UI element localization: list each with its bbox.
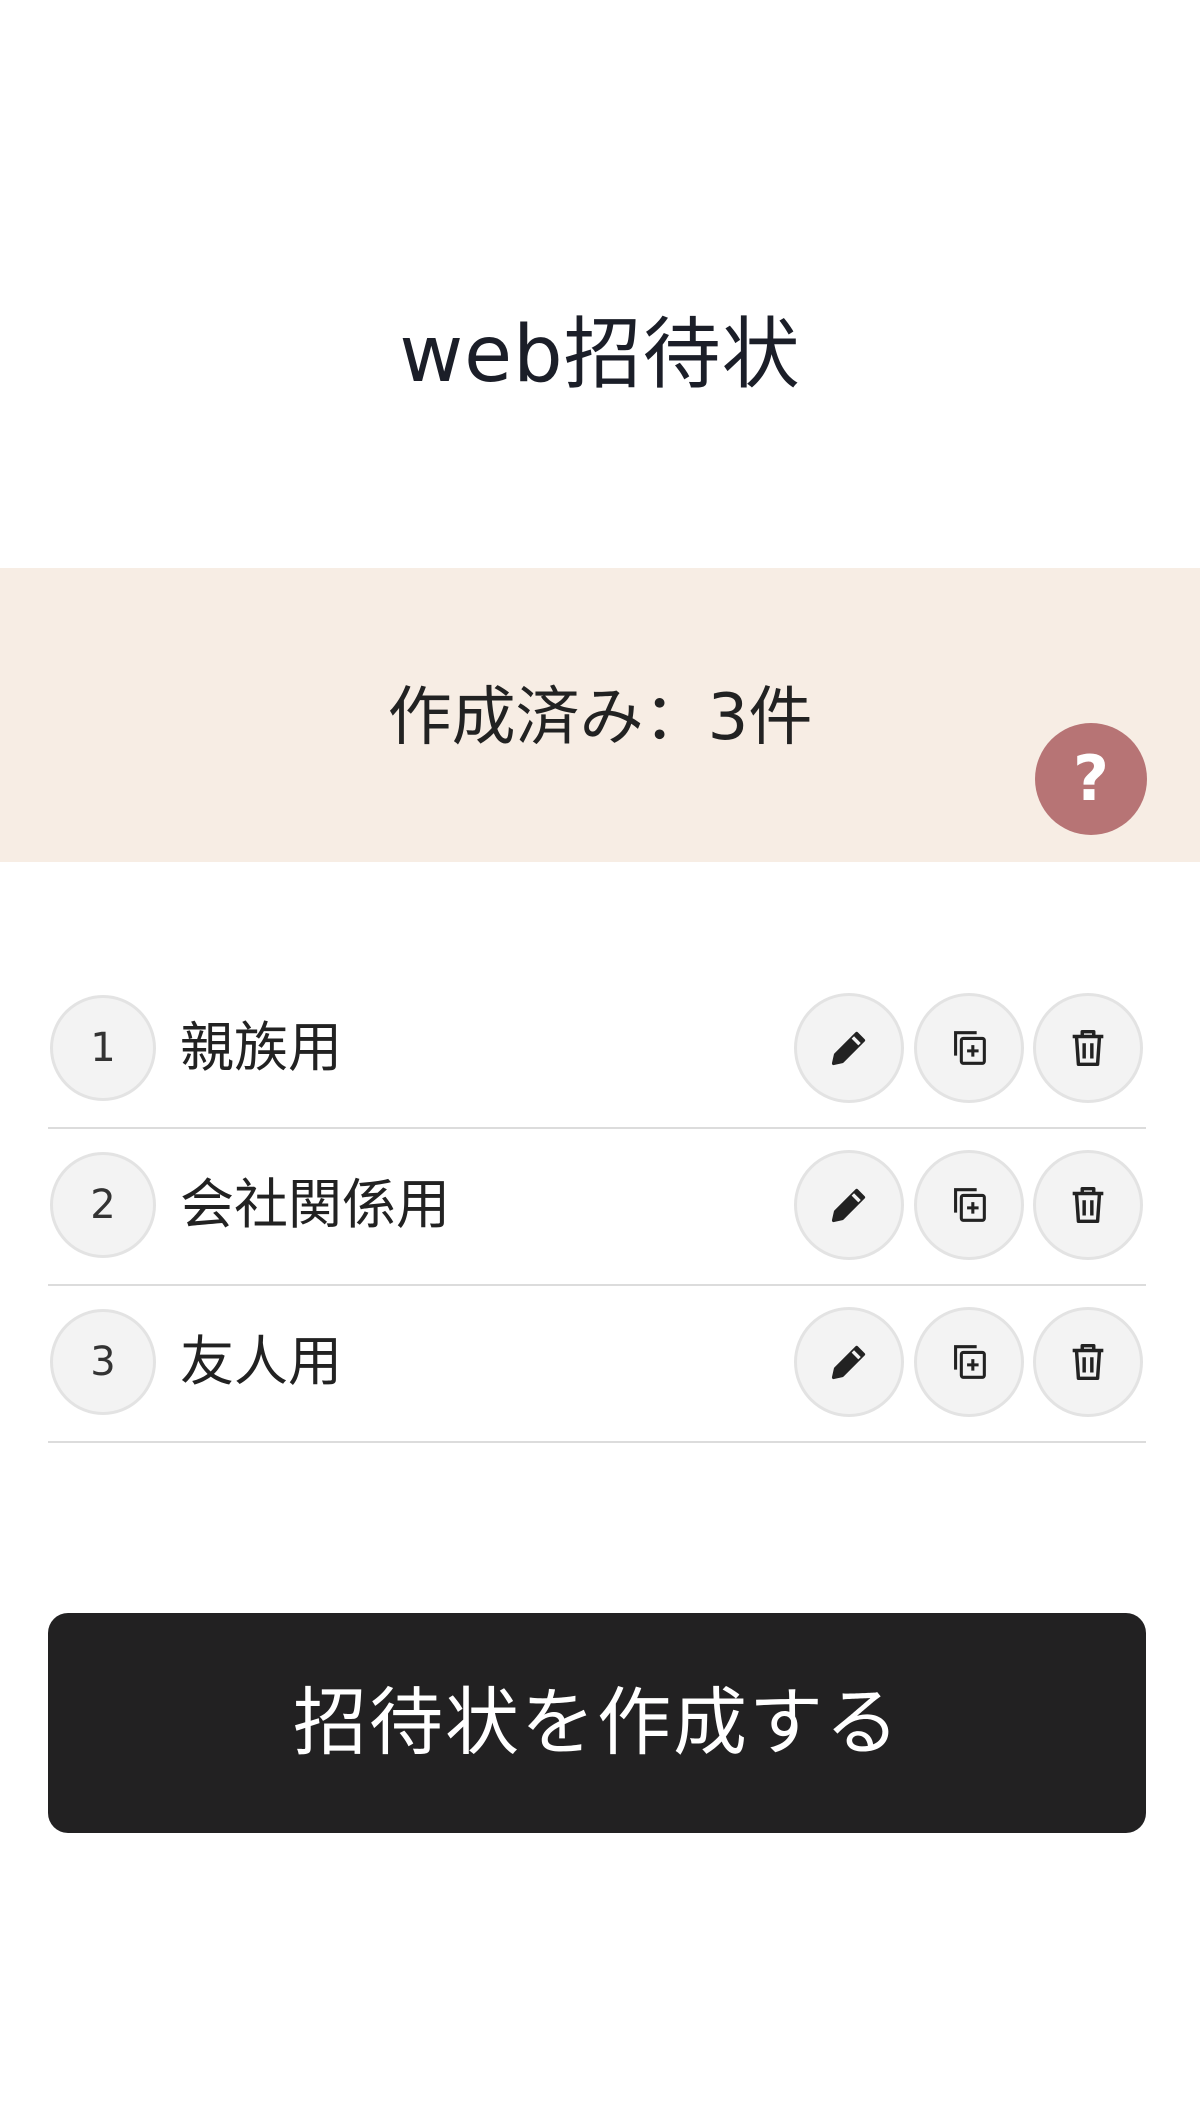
pencil-icon [831,1188,866,1223]
pencil-icon [831,1345,866,1380]
list-item: 1 親族用 [48,972,1146,1129]
help-button[interactable]: ? [1035,723,1147,835]
edit-button[interactable] [794,1307,904,1417]
trash-icon [1072,1186,1104,1224]
created-count: 作成済み：3件 [387,681,813,755]
item-number: 1 [50,995,156,1101]
create-invitation-button[interactable]: 招待状を作成する [48,1613,1146,1833]
item-name: 会社関係用 [180,1173,450,1236]
duplicate-button[interactable] [914,1307,1024,1417]
delete-button[interactable] [1033,1150,1143,1260]
trash-icon [1072,1343,1104,1381]
duplicate-button[interactable] [914,1150,1024,1260]
edit-button[interactable] [794,993,904,1103]
copy-icon [954,1188,986,1222]
copy-icon [954,1345,986,1379]
item-name: 友人用 [180,1330,342,1393]
delete-button[interactable] [1033,1307,1143,1417]
item-name: 親族用 [180,1016,342,1079]
item-number: 3 [50,1309,156,1415]
list-item: 3 友人用 [48,1286,1146,1443]
copy-icon [954,1031,986,1065]
duplicate-button[interactable] [914,993,1024,1103]
item-number: 2 [50,1152,156,1258]
page-title: web招待状 [399,310,801,400]
invitation-list: 1 親族用 2 会社関係用 3 友人用 [48,972,1146,1443]
trash-icon [1072,1029,1104,1067]
edit-button[interactable] [794,1150,904,1260]
delete-button[interactable] [1033,993,1143,1103]
pencil-icon [831,1031,866,1066]
list-item: 2 会社関係用 [48,1129,1146,1286]
